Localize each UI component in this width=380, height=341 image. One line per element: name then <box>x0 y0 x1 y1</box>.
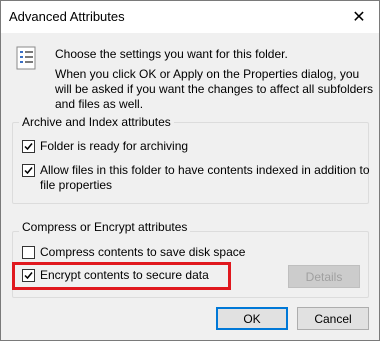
archiving-checkbox[interactable] <box>22 140 35 153</box>
compress-checkbox[interactable] <box>22 246 35 259</box>
compress-label[interactable]: Compress contents to save disk space <box>40 245 245 260</box>
archiving-label[interactable]: Folder is ready for archiving <box>40 139 188 154</box>
compress-encrypt-group-title: Compress or Encrypt attributes <box>19 220 191 234</box>
close-icon[interactable]: ✕ <box>349 7 369 27</box>
encrypt-highlight-box <box>12 262 231 290</box>
details-button[interactable]: Details <box>288 265 360 288</box>
settings-list-icon <box>15 46 39 70</box>
title-bar: Advanced Attributes ✕ <box>1 1 379 33</box>
indexing-label[interactable]: Allow files in this folder to have conte… <box>40 163 370 193</box>
window-title: Advanced Attributes <box>9 9 125 24</box>
advanced-attributes-dialog: Advanced Attributes ✕ Choose the setting… <box>0 0 380 341</box>
archive-index-group-title: Archive and Index attributes <box>19 115 174 129</box>
intro-description: When you click OK or Apply on the Proper… <box>55 67 373 111</box>
indexing-checkbox[interactable] <box>22 164 35 177</box>
cancel-button[interactable]: Cancel <box>297 307 369 330</box>
intro-heading: Choose the settings you want for this fo… <box>55 47 288 61</box>
ok-button[interactable]: OK <box>216 307 288 330</box>
